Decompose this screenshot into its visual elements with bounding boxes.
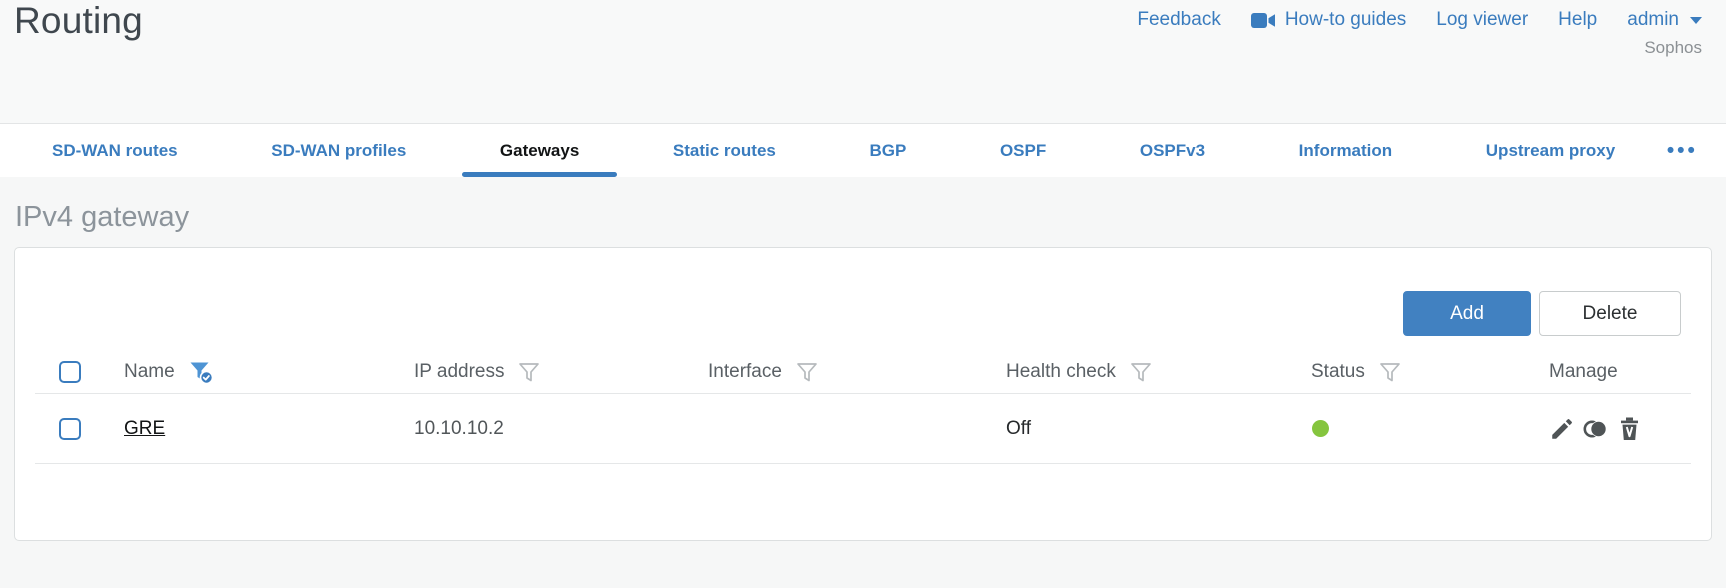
row-health-check-cell: Off [992,418,1297,440]
ip-address-filter-icon[interactable] [517,360,541,384]
delete-trash-icon[interactable] [1617,416,1642,442]
name-column-label: Name [124,360,175,382]
how-to-guides-label: How-to guides [1284,9,1407,30]
how-to-guides-link[interactable]: How-to guides [1250,9,1407,31]
utility-nav: Feedback How-to guides Log viewer Help a… [1137,9,1702,31]
tab-gateways[interactable]: Gateways [456,124,623,177]
brand-label: Sophos [1644,38,1702,57]
row-ip-cell: 10.10.10.2 [400,418,694,440]
help-label: Help [1558,9,1598,30]
header-status-cell: Status [1297,360,1535,384]
tab-sd-wan-routes[interactable]: SD-WAN routes [8,124,222,177]
log-viewer-label: Log viewer [1436,9,1529,30]
header-name-cell: Name [110,359,400,385]
health-check-column-label: Health check [1006,360,1116,382]
page-title: Routing [14,0,143,41]
ip-address-column-label: IP address [414,360,505,382]
routing-tabbar: SD-WAN routes SD-WAN profiles Gateways S… [0,123,1726,177]
status-column-label: Status [1311,360,1365,382]
gateway-name-link[interactable]: GRE [124,418,165,440]
header-interface-cell: Interface [694,360,992,384]
feedback-link-label: Feedback [1137,9,1221,30]
tab-static-routes[interactable]: Static routes [629,124,820,177]
add-button[interactable]: Add [1403,291,1531,336]
chevron-down-icon [1690,16,1702,24]
header-health-check-cell: Health check [992,360,1297,384]
header-manage-cell: Manage [1535,361,1691,383]
health-check-filter-icon[interactable] [1129,360,1153,384]
table-header-row: Name IP address Interface Health check S… [35,350,1691,394]
tabs-overflow-button[interactable]: ••• [1665,124,1700,177]
card-toolbar: Add Delete [15,248,1711,336]
admin-menu-label: admin [1627,9,1679,30]
log-viewer-link[interactable]: Log viewer [1436,9,1528,31]
tab-ospf[interactable]: OSPF [956,124,1090,177]
tab-ospfv3[interactable]: OSPFv3 [1096,124,1249,177]
interface-filter-icon[interactable] [795,360,819,384]
ipv4-gateway-card: Add Delete Name IP address Interface Hea… [14,247,1712,541]
tab-bgp[interactable]: BGP [826,124,951,177]
delete-button[interactable]: Delete [1539,291,1681,336]
header-select-cell [35,360,110,383]
status-up-indicator [1312,420,1329,437]
video-camera-icon [1250,12,1276,29]
tab-information[interactable]: Information [1255,124,1437,177]
tab-upstream-proxy[interactable]: Upstream proxy [1442,124,1659,177]
clone-icon[interactable] [1582,416,1610,442]
gateway-ip-value: 10.10.10.2 [414,417,504,439]
feedback-link[interactable]: Feedback [1137,9,1220,31]
tab-sd-wan-profiles[interactable]: SD-WAN profiles [227,124,450,177]
page-header: Routing Feedback How-to guides Log viewe… [0,0,1726,123]
main-content: IPv4 gateway Add Delete Name IP address … [0,201,1726,541]
header-ip-cell: IP address [400,360,694,384]
row-status-cell [1297,420,1535,437]
edit-pencil-icon[interactable] [1549,416,1575,442]
row-name-cell: GRE [110,418,400,440]
name-filter-active-icon[interactable] [188,359,215,385]
row-select-cell [35,417,110,440]
gateway-table: Name IP address Interface Health check S… [35,350,1691,464]
row-manage-cell [1535,416,1691,442]
manage-column-label: Manage [1549,360,1618,382]
help-link[interactable]: Help [1558,9,1597,31]
row-checkbox[interactable] [59,417,81,440]
gateway-health-check-value: Off [1006,417,1031,439]
admin-menu[interactable]: admin [1627,9,1702,31]
section-title: IPv4 gateway [15,201,190,233]
table-row: GRE 10.10.10.2 Off [35,394,1691,464]
status-filter-icon[interactable] [1378,360,1402,384]
interface-column-label: Interface [708,360,782,382]
select-all-checkbox[interactable] [59,360,81,383]
